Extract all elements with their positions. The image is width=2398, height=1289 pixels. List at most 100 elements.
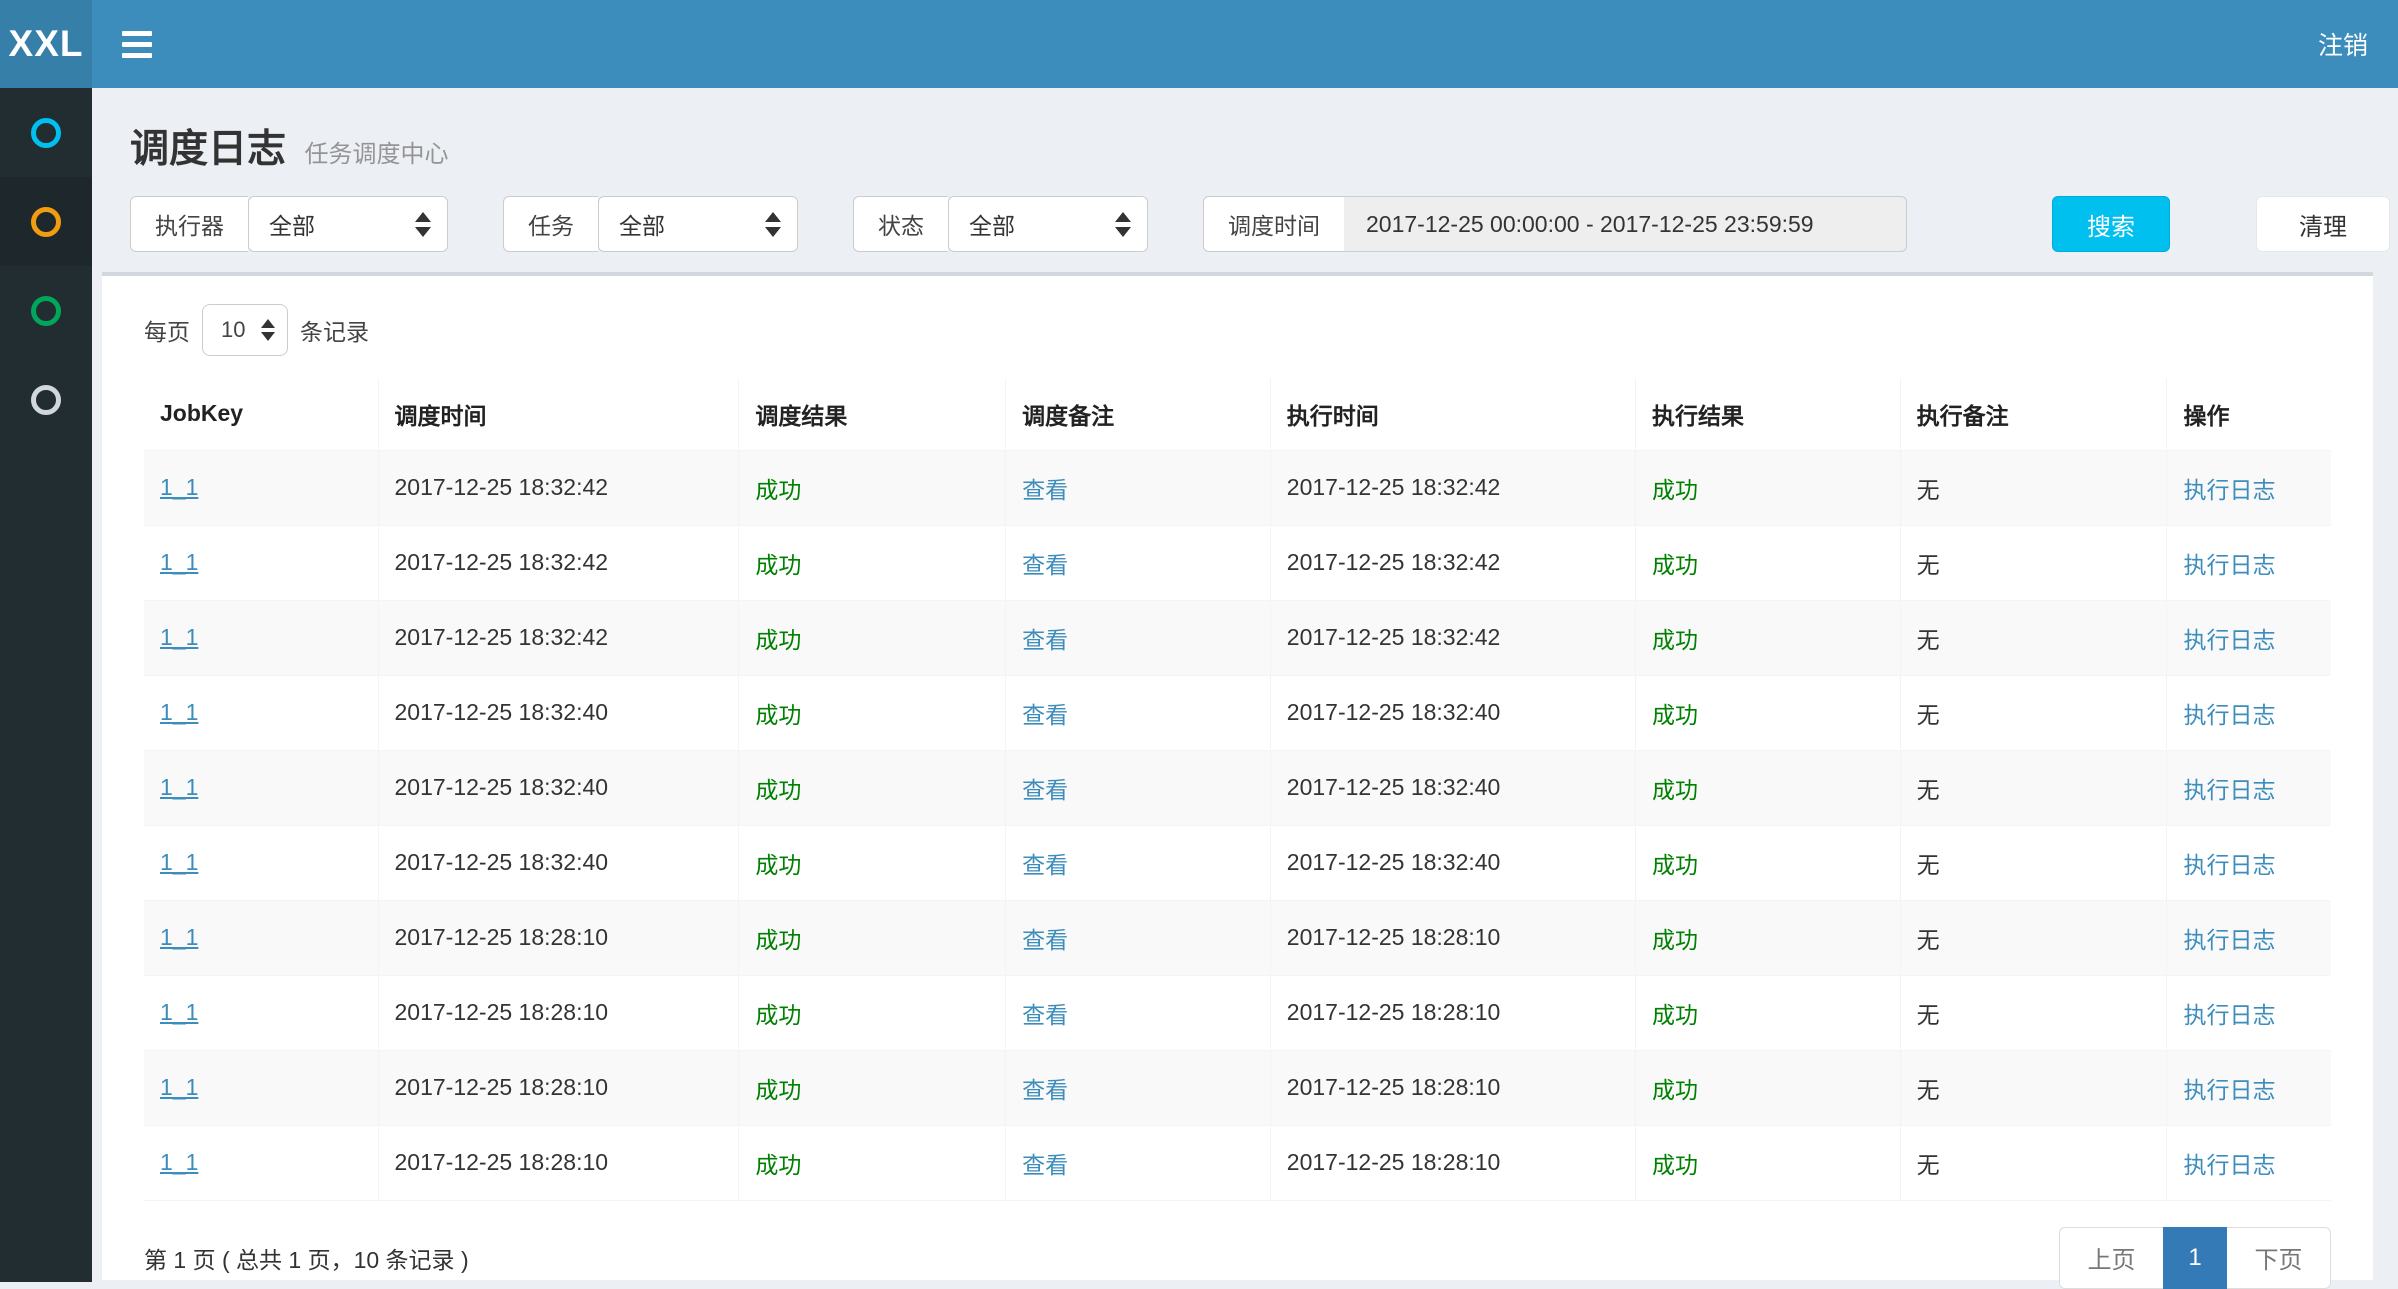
logout-link[interactable]: 注销 (2318, 26, 2368, 62)
action-link[interactable]: 执行日志 (2183, 702, 2275, 728)
trigger-msg-link[interactable]: 查看 (1022, 477, 1068, 503)
job-filter-label: 任务 (503, 196, 598, 252)
handle-result-text: 成功 (1652, 1077, 1698, 1103)
trigger-result-text: 成功 (755, 852, 801, 878)
trigger-result-text: 成功 (755, 1002, 801, 1028)
sidebar-item-1[interactable] (0, 88, 92, 177)
trigger-result-text: 成功 (755, 627, 801, 653)
trigger-time-cell: 2017-12-25 18:32:42 (378, 600, 739, 675)
current-page-button[interactable]: 1 (2163, 1227, 2227, 1289)
job-filter-group: 任务 全部 (503, 196, 798, 252)
circle-o-icon (31, 118, 61, 148)
page-size-value: 10 (221, 317, 245, 343)
status-filter-select[interactable]: 全部 (948, 196, 1148, 252)
action-link[interactable]: 执行日志 (2183, 852, 2275, 878)
sidebar-toggle-icon[interactable] (122, 24, 162, 64)
trigger-time-cell: 2017-12-25 18:28:10 (378, 975, 739, 1050)
action-link[interactable]: 执行日志 (2183, 552, 2275, 578)
jobkey-link[interactable]: 1_1 (160, 924, 198, 950)
trigger-time-cell: 2017-12-25 18:32:40 (378, 675, 739, 750)
jobkey-link[interactable]: 1_1 (160, 699, 198, 725)
jobkey-link[interactable]: 1_1 (160, 849, 198, 875)
trigger-time-cell: 2017-12-25 18:32:40 (378, 825, 739, 900)
next-page-button[interactable]: 下页 (2227, 1227, 2331, 1289)
job-filter-value: 全部 (619, 207, 665, 241)
handle-time-cell: 2017-12-25 18:32:42 (1270, 450, 1635, 525)
handle-result-text: 成功 (1652, 552, 1698, 578)
handle-result-text: 成功 (1652, 777, 1698, 803)
select-arrows-icon (765, 212, 781, 237)
pagination-summary: 第 1 页 ( 总共 1 页，10 条记录 ) (144, 1241, 469, 1275)
trigger-msg-link[interactable]: 查看 (1022, 852, 1068, 878)
column-header: 执行结果 (1636, 378, 1901, 450)
circle-o-icon (31, 296, 61, 326)
circle-o-icon (31, 385, 61, 415)
jobkey-link[interactable]: 1_1 (160, 774, 198, 800)
column-header: JobKey (144, 378, 378, 450)
joblog-table: JobKey调度时间调度结果调度备注执行时间执行结果执行备注操作 1_1 201… (144, 378, 2331, 1201)
jobkey-link[interactable]: 1_1 (160, 999, 198, 1025)
executor-filter-label: 执行器 (130, 196, 248, 252)
handle-result-text: 成功 (1652, 927, 1698, 953)
trigger-msg-link[interactable]: 查看 (1022, 927, 1068, 953)
trigger-time-cell: 2017-12-25 18:28:10 (378, 1125, 739, 1200)
app-logo[interactable]: XXL (0, 0, 92, 88)
trigger-time-range-input[interactable]: 2017-12-25 00:00:00 - 2017-12-25 23:59:5… (1344, 196, 1907, 252)
handle-msg-text: 无 (1900, 825, 2167, 900)
sidebar-item-3[interactable] (0, 266, 92, 355)
jobkey-link[interactable]: 1_1 (160, 549, 198, 575)
page-size-control: 每页 10 条记录 (144, 304, 2331, 356)
jobkey-link[interactable]: 1_1 (160, 624, 198, 650)
trigger-time-cell: 2017-12-25 18:32:40 (378, 750, 739, 825)
action-link[interactable]: 执行日志 (2183, 627, 2275, 653)
handle-result-text: 成功 (1652, 627, 1698, 653)
table-row: 1_1 2017-12-25 18:32:42 成功 查看 2017-12-25… (144, 450, 2331, 525)
table-row: 1_1 2017-12-25 18:32:40 成功 查看 2017-12-25… (144, 675, 2331, 750)
trigger-msg-link[interactable]: 查看 (1022, 627, 1068, 653)
trigger-result-text: 成功 (755, 477, 801, 503)
action-link[interactable]: 执行日志 (2183, 927, 2275, 953)
jobkey-link[interactable]: 1_1 (160, 474, 198, 500)
trigger-time-cell: 2017-12-25 18:32:42 (378, 450, 739, 525)
action-link[interactable]: 执行日志 (2183, 1077, 2275, 1103)
sidebar-item-4[interactable] (0, 355, 92, 444)
handle-msg-text: 无 (1900, 1125, 2167, 1200)
handle-time-cell: 2017-12-25 18:32:40 (1270, 675, 1635, 750)
handle-result-text: 成功 (1652, 477, 1698, 503)
trigger-msg-link[interactable]: 查看 (1022, 1077, 1068, 1103)
trigger-result-text: 成功 (755, 777, 801, 803)
log-table-box: 每页 10 条记录 JobKey调度时间调度结果调度备注执行时间执行结果执行备注… (102, 272, 2373, 1280)
action-link[interactable]: 执行日志 (2183, 1002, 2275, 1028)
search-button[interactable]: 搜索 (2052, 196, 2170, 252)
action-link[interactable]: 执行日志 (2183, 1152, 2275, 1178)
trigger-msg-link[interactable]: 查看 (1022, 1002, 1068, 1028)
trigger-result-text: 成功 (755, 1077, 801, 1103)
sidebar-item-2[interactable] (0, 177, 92, 266)
table-row: 1_1 2017-12-25 18:28:10 成功 查看 2017-12-25… (144, 900, 2331, 975)
jobkey-link[interactable]: 1_1 (160, 1074, 198, 1100)
trigger-msg-link[interactable]: 查看 (1022, 552, 1068, 578)
page-size-select[interactable]: 10 (202, 304, 288, 356)
circle-o-icon (31, 207, 61, 237)
column-header: 操作 (2167, 378, 2331, 450)
jobkey-link[interactable]: 1_1 (160, 1149, 198, 1175)
action-link[interactable]: 执行日志 (2183, 477, 2275, 503)
trigger-time-cell: 2017-12-25 18:32:42 (378, 525, 739, 600)
trigger-msg-link[interactable]: 查看 (1022, 777, 1068, 803)
action-link[interactable]: 执行日志 (2183, 777, 2275, 803)
trigger-msg-link[interactable]: 查看 (1022, 1152, 1068, 1178)
job-filter-select[interactable]: 全部 (598, 196, 798, 252)
handle-msg-text: 无 (1900, 675, 2167, 750)
select-arrows-icon (261, 319, 275, 341)
column-header: 调度结果 (739, 378, 1006, 450)
prev-page-button[interactable]: 上页 (2059, 1227, 2163, 1289)
page-header: 调度日志 任务调度中心 (92, 88, 2398, 174)
status-filter-group: 状态 全部 (853, 196, 1148, 252)
trigger-msg-link[interactable]: 查看 (1022, 702, 1068, 728)
status-filter-label: 状态 (853, 196, 948, 252)
clear-button[interactable]: 清理 (2256, 196, 2390, 252)
handle-time-cell: 2017-12-25 18:28:10 (1270, 975, 1635, 1050)
executor-filter-select[interactable]: 全部 (248, 196, 448, 252)
page-size-suffix: 条记录 (300, 313, 369, 347)
select-arrows-icon (1115, 212, 1131, 237)
